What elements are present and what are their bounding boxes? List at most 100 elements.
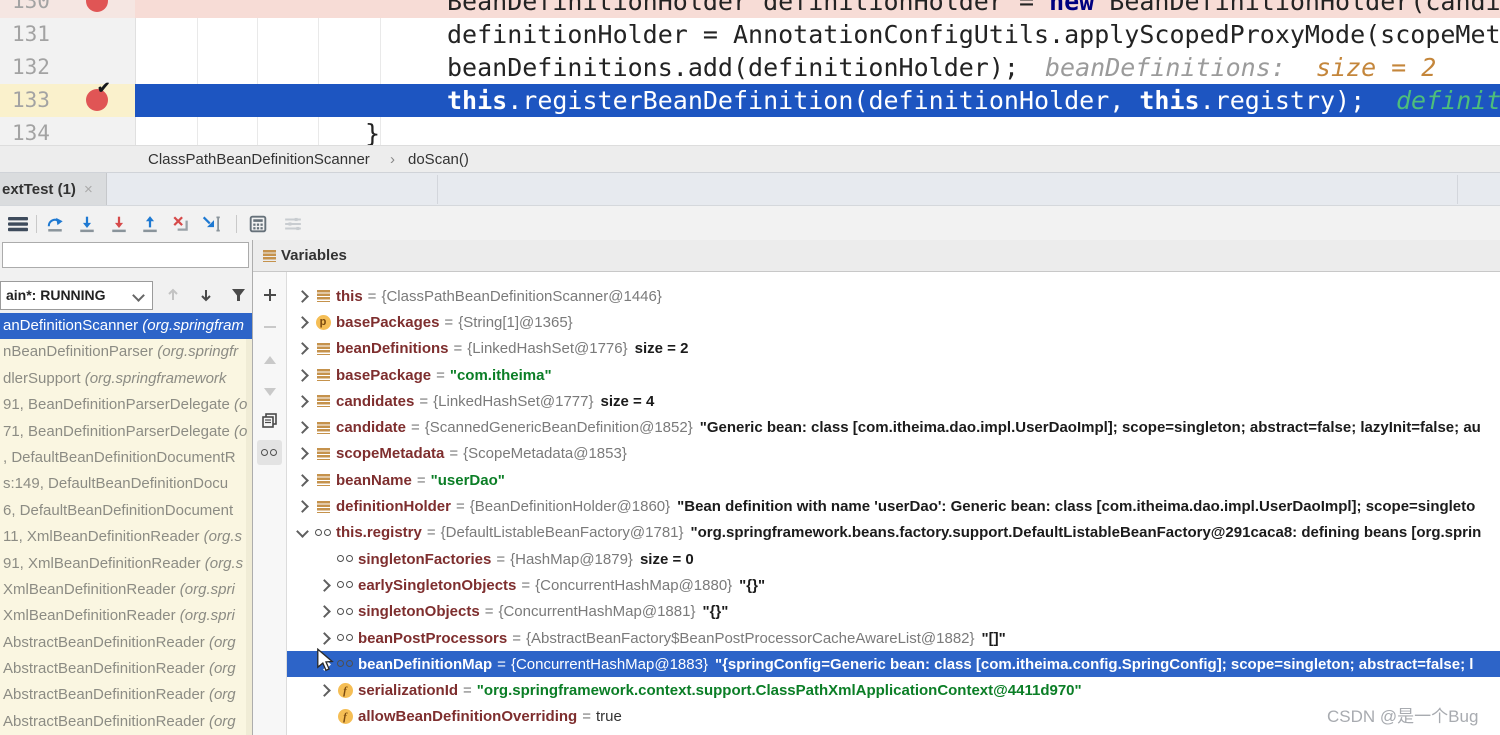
drop-frame-button[interactable] bbox=[168, 211, 194, 237]
chevron-right-icon[interactable] bbox=[291, 292, 313, 301]
variable-row[interactable]: candidates = {LinkedHashSet@1777} size =… bbox=[287, 388, 1500, 414]
code-line-134[interactable]: } bbox=[0, 117, 1500, 145]
frame-row[interactable]: AbstractBeanDefinitionReader (org bbox=[0, 682, 253, 708]
frame-row[interactable]: 91, BeanDefinitionParserDelegate (o bbox=[0, 392, 253, 418]
chevron-box[interactable] bbox=[313, 712, 335, 721]
frame-row[interactable]: AbstractBeanDefinitionReader (org bbox=[0, 630, 253, 656]
chevron-right-icon[interactable] bbox=[313, 607, 335, 616]
code-editor[interactable]: 130 131 132 133 134 ✔ BeanDefinitionHold… bbox=[0, 0, 1500, 145]
frame-row[interactable]: 6, DefaultBeanDefinitionDocument bbox=[0, 498, 253, 524]
breadcrumb-class[interactable]: ClassPathBeanDefinitionScanner bbox=[148, 146, 370, 173]
tab-contexttest[interactable]: extTest (1) × bbox=[0, 173, 107, 206]
breadcrumb-method[interactable]: doScan() bbox=[408, 146, 469, 173]
frame-row[interactable]: XmlBeanDefinitionReader (org.spri bbox=[0, 603, 253, 629]
variable-icon bbox=[313, 290, 333, 302]
chevron-right-icon[interactable] bbox=[313, 634, 335, 643]
variable-row[interactable]: beanName = "userDao" bbox=[287, 467, 1500, 493]
variable-row[interactable]: singletonFactories = {HashMap@1879} size… bbox=[287, 546, 1500, 572]
variable-value: "Bean definition with name 'userDao': Ge… bbox=[677, 498, 1475, 515]
step-out-button[interactable] bbox=[137, 211, 163, 237]
equals-sign: = bbox=[444, 314, 453, 331]
chevron-right-icon[interactable] bbox=[291, 423, 313, 432]
variable-row[interactable]: beanPostProcessors = {AbstractBeanFactor… bbox=[287, 625, 1500, 651]
frame-class: 71, BeanDefinitionParserDelegate bbox=[3, 423, 234, 440]
variable-row[interactable]: p basePackages = {String[1]@1365} bbox=[287, 309, 1500, 335]
variable-row[interactable]: earlySingletonObjects = {ConcurrentHashM… bbox=[287, 572, 1500, 598]
chevron-right-icon[interactable] bbox=[291, 371, 313, 380]
chevron-right-icon[interactable] bbox=[291, 397, 313, 406]
thread-selector-value: ain*: RUNNING bbox=[6, 282, 106, 309]
frames-search-input[interactable] bbox=[2, 242, 249, 268]
variable-row[interactable]: f allowBeanDefinitionOverriding = true bbox=[287, 704, 1500, 730]
frame-row[interactable]: anDefinitionScanner (org.springfram bbox=[0, 313, 253, 339]
chevron-right-icon[interactable] bbox=[313, 581, 335, 590]
field-icon: f bbox=[335, 683, 355, 698]
chevron-box[interactable] bbox=[313, 555, 335, 564]
frame-row[interactable]: AbstractBeanDefinitionReader (org bbox=[0, 709, 253, 735]
variable-value: "org.springframework.beans.factory.suppo… bbox=[691, 524, 1482, 541]
step-over-button[interactable] bbox=[42, 211, 68, 237]
variable-name: earlySingletonObjects bbox=[358, 577, 516, 594]
variable-row[interactable]: candidate = {ScannedGenericBeanDefinitio… bbox=[287, 414, 1500, 440]
frame-row[interactable]: 71, BeanDefinitionParserDelegate (o bbox=[0, 419, 253, 445]
force-step-into-button[interactable] bbox=[106, 211, 132, 237]
variable-row[interactable]: beanDefinitions = {LinkedHashSet@1776} s… bbox=[287, 336, 1500, 362]
move-watch-down-button[interactable] bbox=[257, 378, 282, 403]
variable-row[interactable]: f allowEagerClassLoading = true bbox=[287, 730, 1500, 735]
variable-row[interactable]: this.registry = {DefaultListableBeanFact… bbox=[287, 520, 1500, 546]
frames-list: anDefinitionScanner (org.springframnBean… bbox=[0, 313, 253, 735]
next-frame-button[interactable] bbox=[193, 282, 219, 308]
debug-toolbar bbox=[0, 205, 1500, 242]
thread-selector[interactable]: ain*: RUNNING bbox=[0, 281, 153, 310]
add-watch-button[interactable] bbox=[257, 282, 282, 307]
chevron-right-icon[interactable] bbox=[291, 476, 313, 485]
variable-row[interactable]: this = {ClassPathBeanDefinitionScanner@1… bbox=[287, 283, 1500, 309]
frame-row[interactable]: dlerSupport (org.springframework bbox=[0, 366, 253, 392]
variable-row[interactable]: scopeMetadata = {ScopeMetadata@1853} bbox=[287, 441, 1500, 467]
variable-row[interactable]: f serializationId = "org.springframework… bbox=[287, 677, 1500, 703]
frame-row[interactable]: XmlBeanDefinitionReader (org.spri bbox=[0, 577, 253, 603]
layout-settings-button[interactable] bbox=[280, 211, 306, 237]
frame-row[interactable]: nBeanDefinitionParser (org.springfr bbox=[0, 339, 253, 365]
tabbar-separator bbox=[437, 175, 438, 204]
variable-name: beanDefinitions bbox=[336, 340, 449, 357]
chevron-down-icon[interactable] bbox=[291, 530, 313, 536]
code-line-133-execution-point[interactable]: this.registerBeanDefinition(definitionHo… bbox=[0, 84, 1500, 117]
equals-sign: = bbox=[582, 708, 591, 725]
code-line-130[interactable]: BeanDefinitionHolder definitionHolder = … bbox=[0, 0, 1500, 18]
code-line-132[interactable]: beanDefinitions.add(definitionHolder); b… bbox=[0, 51, 1500, 84]
tab-close-icon[interactable]: × bbox=[84, 173, 93, 206]
chevron-right-icon[interactable] bbox=[291, 449, 313, 458]
previous-frame-button[interactable] bbox=[160, 282, 186, 308]
chevron-right-icon[interactable] bbox=[291, 344, 313, 353]
move-watch-up-button[interactable] bbox=[257, 348, 282, 373]
filter-frames-button[interactable] bbox=[225, 282, 251, 308]
hamburger-menu-button[interactable] bbox=[5, 211, 31, 237]
tabbar-separator bbox=[1457, 175, 1458, 204]
frame-row[interactable]: s:149, DefaultBeanDefinitionDocu bbox=[0, 471, 253, 497]
frame-row[interactable]: AbstractBeanDefinitionReader (org bbox=[0, 656, 253, 682]
variable-row[interactable]: basePackage = "com.itheima" bbox=[287, 362, 1500, 388]
variable-name: candidates bbox=[336, 393, 414, 410]
variable-row[interactable]: definitionHolder = {BeanDefinitionHolder… bbox=[287, 493, 1500, 519]
chevron-right-icon[interactable] bbox=[291, 502, 313, 511]
chevron-right-icon[interactable] bbox=[313, 686, 335, 695]
variable-reference: {AbstractBeanFactory$BeanPostProcessorCa… bbox=[526, 630, 975, 647]
chevron-right-icon[interactable] bbox=[291, 318, 313, 327]
frame-package: (org.springframework bbox=[85, 370, 227, 387]
duplicate-watch-button[interactable] bbox=[257, 408, 282, 433]
remove-watch-button[interactable] bbox=[257, 314, 282, 339]
code-line-131[interactable]: definitionHolder = AnnotationConfigUtils… bbox=[0, 18, 1500, 51]
show-watches-button[interactable] bbox=[257, 440, 282, 465]
step-into-button[interactable] bbox=[74, 211, 100, 237]
frame-row[interactable]: 91, XmlBeanDefinitionReader (org.s bbox=[0, 551, 253, 577]
run-to-cursor-button[interactable] bbox=[199, 211, 225, 237]
watch-icon bbox=[335, 581, 355, 589]
variable-row[interactable]: beanDefinitionMap = {ConcurrentHashMap@1… bbox=[287, 651, 1500, 677]
variable-row[interactable]: singletonObjects = {ConcurrentHashMap@18… bbox=[287, 599, 1500, 625]
frame-row[interactable]: , DefaultBeanDefinitionDocumentR bbox=[0, 445, 253, 471]
frame-row[interactable]: 11, XmlBeanDefinitionReader (org.s bbox=[0, 524, 253, 550]
variables-icon bbox=[263, 250, 276, 262]
debug-tab-bar: extTest (1) × bbox=[0, 172, 1500, 206]
evaluate-expression-button[interactable] bbox=[245, 211, 271, 237]
